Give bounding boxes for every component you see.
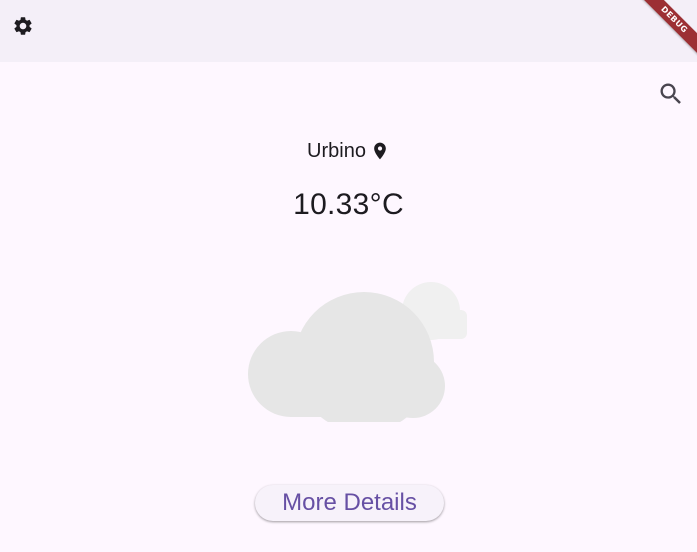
search-icon (660, 83, 681, 104)
location-pin-icon (370, 140, 390, 162)
more-details-button[interactable]: More Details (255, 485, 444, 521)
gear-icon (14, 17, 32, 35)
app-bar (0, 0, 697, 62)
search-button[interactable] (656, 79, 686, 109)
cloud-icon (248, 282, 467, 422)
settings-button[interactable] (8, 11, 38, 41)
location-row: Urbino (0, 138, 697, 164)
city-name: Urbino (307, 139, 366, 162)
temperature-value: 10.33°C (293, 188, 404, 221)
